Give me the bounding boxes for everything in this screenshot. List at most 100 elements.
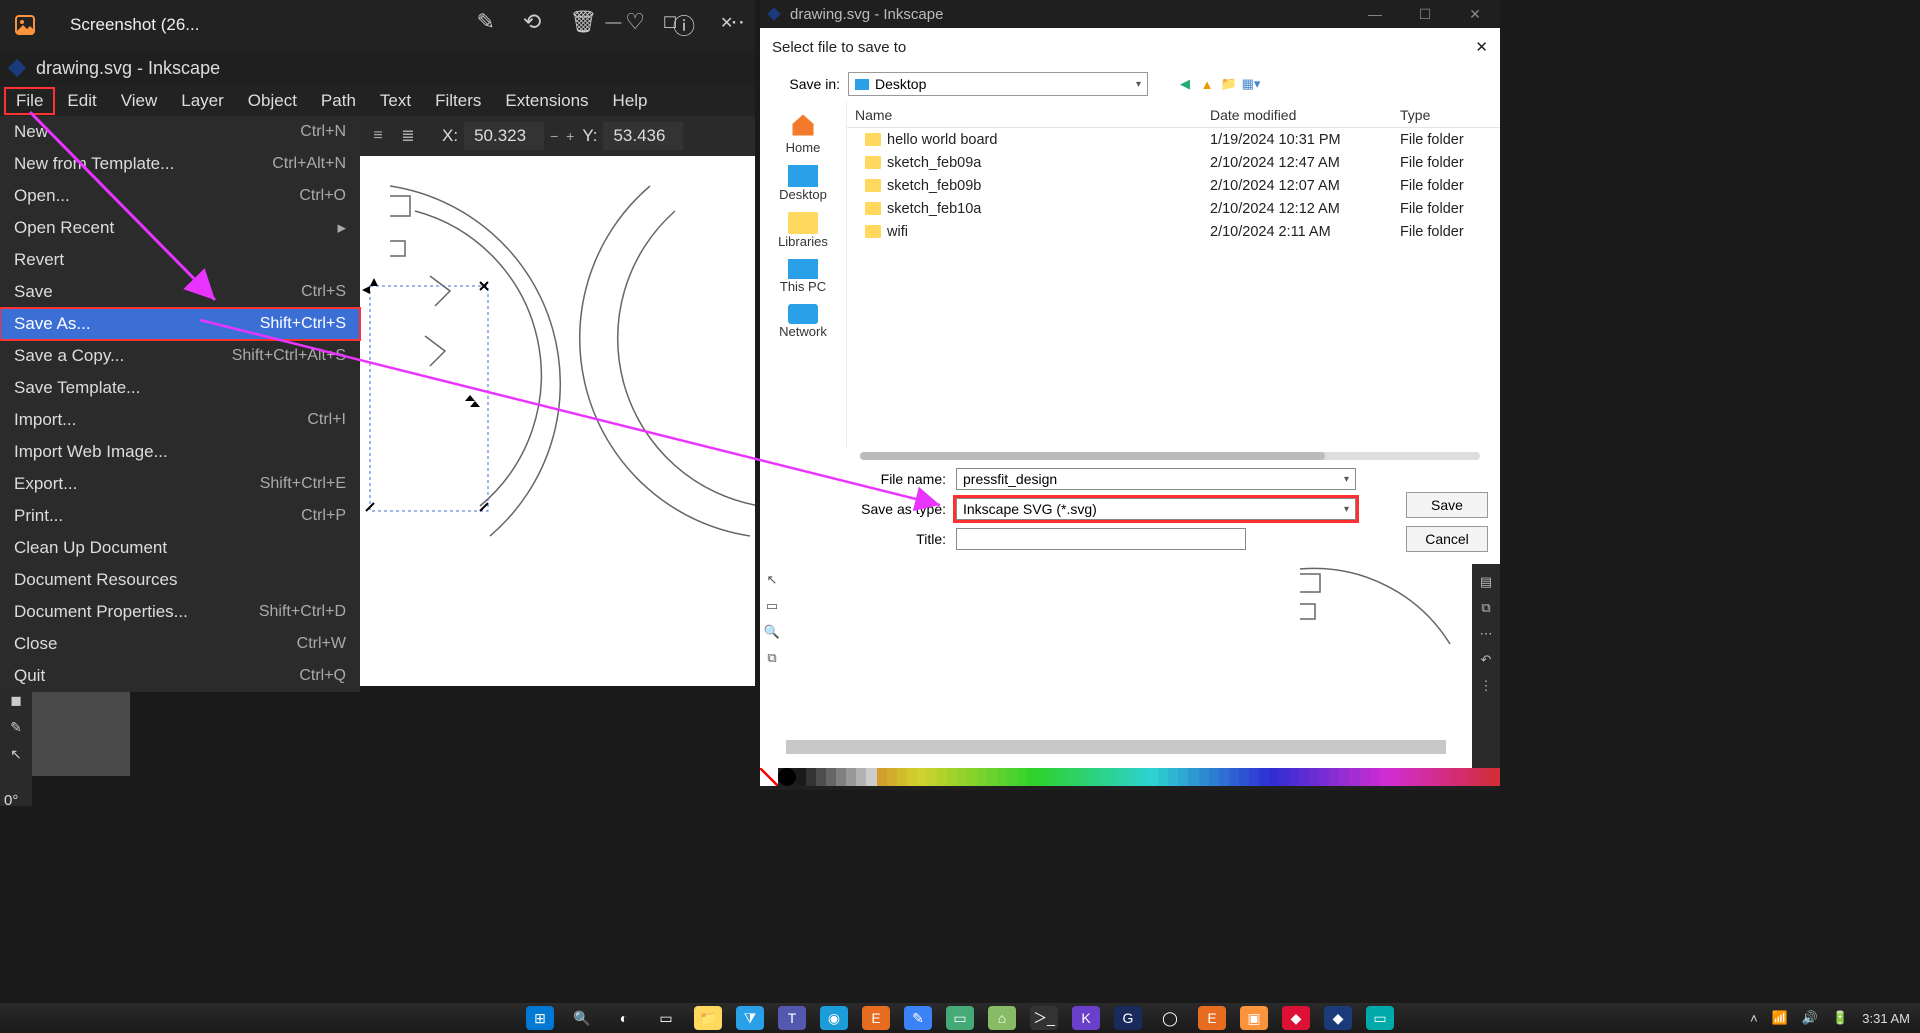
color-swatch[interactable] [1309, 768, 1319, 786]
up-icon[interactable]: ▲ [1198, 75, 1216, 93]
file-menu-import-[interactable]: Import...Ctrl+I [0, 404, 360, 436]
color-swatch[interactable] [1470, 768, 1480, 786]
view-menu-icon[interactable]: ▦▾ [1242, 75, 1260, 93]
file-menu-save-template-[interactable]: Save Template... [0, 372, 360, 404]
color-swatch[interactable] [1259, 768, 1269, 786]
app-icon-orange[interactable]: E [862, 1006, 890, 1030]
color-swatch[interactable] [1460, 768, 1470, 786]
save-type-combo[interactable]: Inkscape SVG (*.svg) ▾ [956, 498, 1356, 520]
app-icon-teal[interactable]: ▭ [1366, 1006, 1394, 1030]
photos-icon[interactable]: ▣ [1240, 1006, 1268, 1030]
color-swatch[interactable] [1400, 768, 1410, 786]
color-swatch[interactable] [1299, 768, 1309, 786]
save-in-combo[interactable]: Desktop ▾ [848, 72, 1148, 96]
save-button[interactable]: Save [1406, 492, 1488, 518]
file-menu-save[interactable]: SaveCtrl+S [0, 276, 360, 308]
color-swatch[interactable] [1017, 768, 1027, 786]
clock[interactable]: 3:31 AM [1862, 1011, 1910, 1026]
tray-chevron-icon[interactable]: ˄ [1750, 1011, 1758, 1026]
menu-filters[interactable]: Filters [423, 87, 493, 115]
color-swatch[interactable] [1188, 768, 1198, 786]
y-value[interactable]: 53.436 [603, 122, 683, 150]
file-menu-close[interactable]: CloseCtrl+W [0, 628, 360, 660]
color-swatch[interactable] [1199, 768, 1209, 786]
color-swatch[interactable] [897, 768, 907, 786]
color-swatch[interactable] [1209, 768, 1219, 786]
color-swatch[interactable] [1027, 768, 1037, 786]
battery-icon[interactable]: 🔋 [1832, 1010, 1848, 1026]
color-swatch[interactable] [1098, 768, 1108, 786]
col-name[interactable]: Name [847, 107, 1202, 123]
color-swatch[interactable] [1138, 768, 1148, 786]
file-menu-revert[interactable]: Revert [0, 244, 360, 276]
color-swatch[interactable] [1038, 768, 1048, 786]
file-menu-open-[interactable]: Open...Ctrl+O [0, 180, 360, 212]
color-swatch[interactable] [987, 768, 997, 786]
explorer-icon[interactable]: 📁 [694, 1006, 722, 1030]
color-palette[interactable] [760, 768, 1500, 786]
color-swatch[interactable] [836, 768, 846, 786]
dropper-icon[interactable]: ✎ [10, 719, 22, 736]
color-swatch[interactable] [1108, 768, 1118, 786]
app-icon-red[interactable]: ◆ [1282, 1006, 1310, 1030]
color-swatch[interactable] [1339, 768, 1349, 786]
chrome-icon[interactable]: ◯ [1156, 1006, 1184, 1030]
color-swatch[interactable] [1158, 768, 1168, 786]
back-icon[interactable]: ◀ [1176, 75, 1194, 93]
app-icon-blue[interactable]: ✎ [904, 1006, 932, 1030]
color-swatch[interactable] [1319, 768, 1329, 786]
color-swatch[interactable] [1229, 768, 1239, 786]
file-menu-save-as-[interactable]: Save As...Shift+Ctrl+S [0, 308, 360, 340]
color-swatch[interactable] [1430, 768, 1440, 786]
sidebar-home[interactable]: Home [760, 106, 846, 159]
color-swatch[interactable] [1289, 768, 1299, 786]
file-row[interactable]: sketch_feb10a2/10/2024 12:12 AMFile fold… [847, 197, 1500, 220]
vscode-icon[interactable]: ⧩ [736, 1006, 764, 1030]
color-swatch[interactable] [1480, 768, 1490, 786]
file-row[interactable]: sketch_feb09b2/10/2024 12:07 AMFile fold… [847, 174, 1500, 197]
sidebar-network[interactable]: Network [760, 300, 846, 343]
file-menu-save-a-copy-[interactable]: Save a Copy...Shift+Ctrl+Alt+S [0, 340, 360, 372]
color-swatch[interactable] [806, 768, 816, 786]
menu-path[interactable]: Path [309, 87, 368, 115]
app-icon-k[interactable]: K [1072, 1006, 1100, 1030]
app-icon-g[interactable]: G [1114, 1006, 1142, 1030]
color-swatch[interactable] [866, 768, 876, 786]
color-swatch[interactable] [1380, 768, 1390, 786]
app-icon-house[interactable]: ⌂ [988, 1006, 1016, 1030]
color-swatch[interactable] [1329, 768, 1339, 786]
file-menu-import-web-image-[interactable]: Import Web Image... [0, 436, 360, 468]
color-swatch[interactable] [816, 768, 826, 786]
col-date[interactable]: Date modified [1202, 107, 1392, 123]
file-row[interactable]: sketch_feb09a2/10/2024 12:47 AMFile fold… [847, 151, 1500, 174]
menu-text[interactable]: Text [368, 87, 423, 115]
color-swatch[interactable] [1048, 768, 1058, 786]
color-swatch[interactable] [1058, 768, 1068, 786]
align-icon-2[interactable]: ≣ [396, 126, 420, 146]
color-swatch[interactable] [997, 768, 1007, 786]
sidebar-this-pc[interactable]: This PC [760, 255, 846, 298]
menu-help[interactable]: Help [601, 87, 660, 115]
file-name-input[interactable]: pressfit_design ▾ [956, 468, 1356, 490]
inkscape2-hscroll[interactable] [786, 740, 1446, 754]
cancel-button[interactable]: Cancel [1406, 526, 1488, 552]
black-swatch[interactable] [778, 768, 796, 786]
maximize-button[interactable]: ☐ [1400, 0, 1450, 28]
app-icon-folder[interactable]: ▭ [946, 1006, 974, 1030]
color-swatch[interactable] [826, 768, 836, 786]
file-menu-document-properties-[interactable]: Document Properties...Shift+Ctrl+D [0, 596, 360, 628]
terminal-icon[interactable]: ＞_ [1030, 1006, 1058, 1030]
search-icon[interactable]: 🔍 [568, 1006, 596, 1030]
start-button[interactable]: ⊞ [526, 1006, 554, 1030]
color-swatch[interactable] [1219, 768, 1229, 786]
color-swatch[interactable] [1390, 768, 1400, 786]
color-swatch[interactable] [856, 768, 866, 786]
volume-icon[interactable]: 🔊 [1802, 1010, 1818, 1026]
color-swatch[interactable] [1349, 768, 1359, 786]
xml-icon[interactable]: ⋯ [1480, 626, 1493, 642]
color-swatch[interactable] [977, 768, 987, 786]
color-swatch[interactable] [967, 768, 977, 786]
rect-tool-icon[interactable]: ▭ [766, 598, 778, 614]
file-menu-document-resources[interactable]: Document Resources [0, 564, 360, 596]
align-icon[interactable]: ≡ [366, 127, 390, 145]
